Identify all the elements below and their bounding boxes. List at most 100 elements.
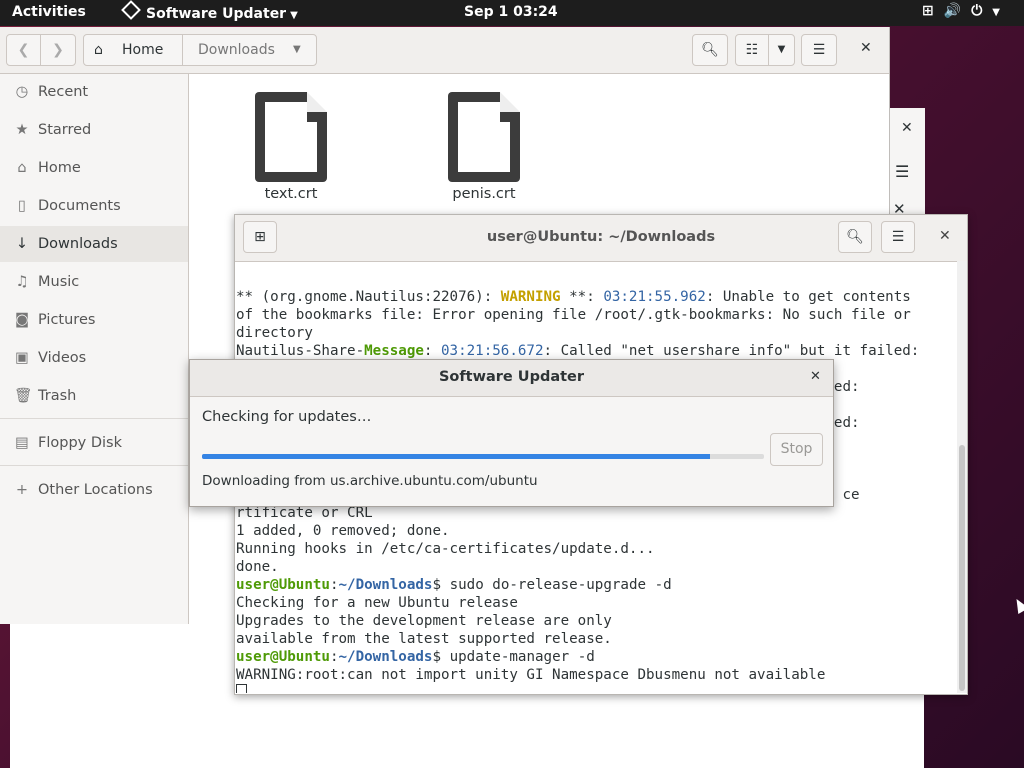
- menu-button[interactable]: ☰: [801, 34, 837, 66]
- sidebar-item-label: Other Locations: [38, 482, 153, 498]
- sidebar-item-label: Recent: [38, 84, 89, 100]
- path-current-label: Downloads: [198, 42, 275, 58]
- terminal-headerbar: ⊞ user@Ubuntu: ~/Downloads 🔍︎ ☰ ✕: [235, 215, 967, 262]
- stop-button[interactable]: Stop: [770, 433, 823, 466]
- search-button[interactable]: 🔍︎: [692, 34, 728, 66]
- chevron-right-icon: ❯: [52, 42, 64, 58]
- terminal-line: Running hooks in /etc/ca-certificates/up…: [236, 541, 655, 557]
- close-icon[interactable]: ✕: [901, 120, 913, 136]
- app-menu-label: Software Updater: [146, 6, 287, 22]
- path-home-label: Home: [122, 42, 164, 58]
- close-icon[interactable]: ✕: [939, 228, 951, 244]
- search-icon: 🔍︎: [846, 229, 864, 245]
- terminal-line: 1 added, 0 removed; done.: [236, 523, 450, 539]
- forward-button[interactable]: ❯: [40, 34, 76, 66]
- terminal-cursor: [236, 684, 247, 693]
- clock[interactable]: Sep 1 03:24: [464, 4, 558, 20]
- sidebar-item-label: Home: [38, 160, 81, 176]
- path-home-button[interactable]: ⌂ Home: [84, 35, 183, 65]
- sidebar-item-label: Videos: [38, 350, 87, 366]
- terminal-line: WARNING:root:can not import unity GI Nam…: [236, 667, 826, 683]
- download-status: Downloading from us.archive.ubuntu.com/u…: [202, 473, 538, 489]
- sidebar-item-starred[interactable]: ★ Starred: [0, 112, 188, 148]
- terminal-line: user@Ubuntu:~/Downloads$ sudo do-release…: [236, 577, 672, 593]
- sidebar-item-home[interactable]: ⌂ Home: [0, 150, 188, 186]
- search-icon: 🔍︎: [701, 42, 719, 58]
- activities-button[interactable]: Activities: [12, 4, 86, 20]
- star-icon: ★: [15, 122, 29, 138]
- terminal-line: Checking for a new Ubuntu release: [236, 595, 518, 611]
- document-icon: ▯: [18, 198, 26, 214]
- sidebar-divider: [0, 465, 188, 466]
- dialog-title: Software Updater: [438, 369, 585, 385]
- file-name: penis.crt: [452, 186, 516, 202]
- network-icon: ⊞: [922, 3, 944, 19]
- camera-icon: ◙: [14, 312, 30, 328]
- list-view-icon: ☷: [745, 42, 759, 58]
- progress-bar: [202, 454, 764, 459]
- sidebar-item-downloads[interactable]: ↓ Downloads: [0, 226, 188, 262]
- file-item[interactable]: text.crt: [231, 92, 351, 202]
- file-name: text.crt: [264, 186, 318, 202]
- view-options-button[interactable]: ▼: [768, 34, 795, 66]
- sidebar-divider: [0, 418, 188, 419]
- files-headerbar: ❮ ❯ ⌂ Home Downloads ▼ 🔍︎ ☷ ▼ ☰ ✕: [0, 27, 889, 74]
- sidebar-item-recent[interactable]: ◷ Recent: [0, 74, 188, 110]
- sidebar-item-label: Music: [38, 274, 80, 290]
- file-icon: [448, 92, 520, 182]
- sidebar-item-videos[interactable]: ▣ Videos: [0, 340, 188, 376]
- sidebar-item-label: Floppy Disk: [38, 435, 122, 451]
- terminal-scrollbar[interactable]: [957, 261, 967, 693]
- hamburger-menu-icon: ☰: [812, 42, 826, 58]
- terminal-line: done.: [236, 559, 279, 575]
- sidebar-item-trash[interactable]: 🗑︎ Trash: [0, 378, 188, 414]
- close-icon[interactable]: ✕: [810, 369, 821, 384]
- sidebar-item-pictures[interactable]: ◙ Pictures: [0, 302, 188, 338]
- sidebar-item-music[interactable]: ♫ Music: [0, 264, 188, 300]
- music-icon: ♫: [15, 274, 29, 290]
- top-bar: Activities Software Updater ▼ Sep 1 03:24…: [0, 0, 1024, 26]
- video-icon: ▣: [15, 350, 29, 366]
- file-item[interactable]: penis.crt: [424, 92, 544, 202]
- checking-label: Checking for updates…: [202, 409, 372, 425]
- software-updater-dialog: Software Updater ✕ Checking for updates……: [189, 359, 834, 507]
- terminal-line: Upgrades to the development release are …: [236, 613, 612, 629]
- file-icon: [255, 92, 327, 182]
- chevron-left-icon: ❮: [17, 42, 30, 58]
- path-bar: ⌂ Home Downloads ▼: [83, 34, 317, 66]
- sidebar-item-documents[interactable]: ▯ Documents: [0, 188, 188, 224]
- sidebar-item-label: Starred: [38, 122, 92, 138]
- close-icon[interactable]: ✕: [860, 40, 872, 56]
- terminal-line: Nautilus-Share-Message: 03:21:56.672: Ca…: [236, 343, 920, 359]
- files-sidebar: ◷ Recent ★ Starred ⌂ Home ▯ Documents ↓ Downl…: [0, 74, 189, 624]
- hamburger-menu-icon: ☰: [891, 229, 905, 245]
- sidebar-item-label: Trash: [38, 388, 77, 404]
- terminal-line: directory: [236, 325, 313, 341]
- sidebar-item-floppy-disk[interactable]: ▤ Floppy Disk: [0, 425, 188, 461]
- system-tray[interactable]: ⊞🔊⏻▼: [922, 3, 1010, 19]
- hamburger-menu-icon[interactable]: ☰: [895, 162, 909, 181]
- sidebar-item-other-locations[interactable]: + Other Locations: [0, 472, 188, 508]
- terminal-line: user@Ubuntu:~/Downloads$ update-manager …: [236, 649, 595, 665]
- terminal-line: available from the latest supported rele…: [236, 631, 612, 647]
- progress-fill: [202, 454, 711, 459]
- volume-icon: 🔊: [943, 3, 972, 19]
- scrollbar-thumb[interactable]: [959, 445, 965, 691]
- trash-icon: 🗑︎: [14, 388, 33, 404]
- app-menu[interactable]: Software Updater ▼: [121, 0, 298, 22]
- clock-icon: ◷: [15, 84, 29, 100]
- path-current-button[interactable]: Downloads ▼: [183, 35, 317, 65]
- home-icon: ⌂: [94, 42, 103, 58]
- terminal-cursor-line: [236, 684, 919, 693]
- chevron-down-icon: ▼: [992, 7, 1010, 18]
- dialog-headerbar: Software Updater ✕: [190, 360, 833, 397]
- power-icon: ⏻: [971, 3, 993, 19]
- plus-icon: +: [15, 482, 29, 498]
- terminal-search-button[interactable]: 🔍︎: [838, 221, 872, 253]
- sidebar-item-label: Downloads: [38, 236, 118, 252]
- chevron-down-icon: ▼: [293, 44, 301, 55]
- view-toggle-button[interactable]: ☷: [735, 34, 769, 66]
- back-button[interactable]: ❮: [6, 34, 41, 66]
- floppy-icon: ▤: [15, 435, 29, 451]
- terminal-menu-button[interactable]: ☰: [881, 221, 915, 253]
